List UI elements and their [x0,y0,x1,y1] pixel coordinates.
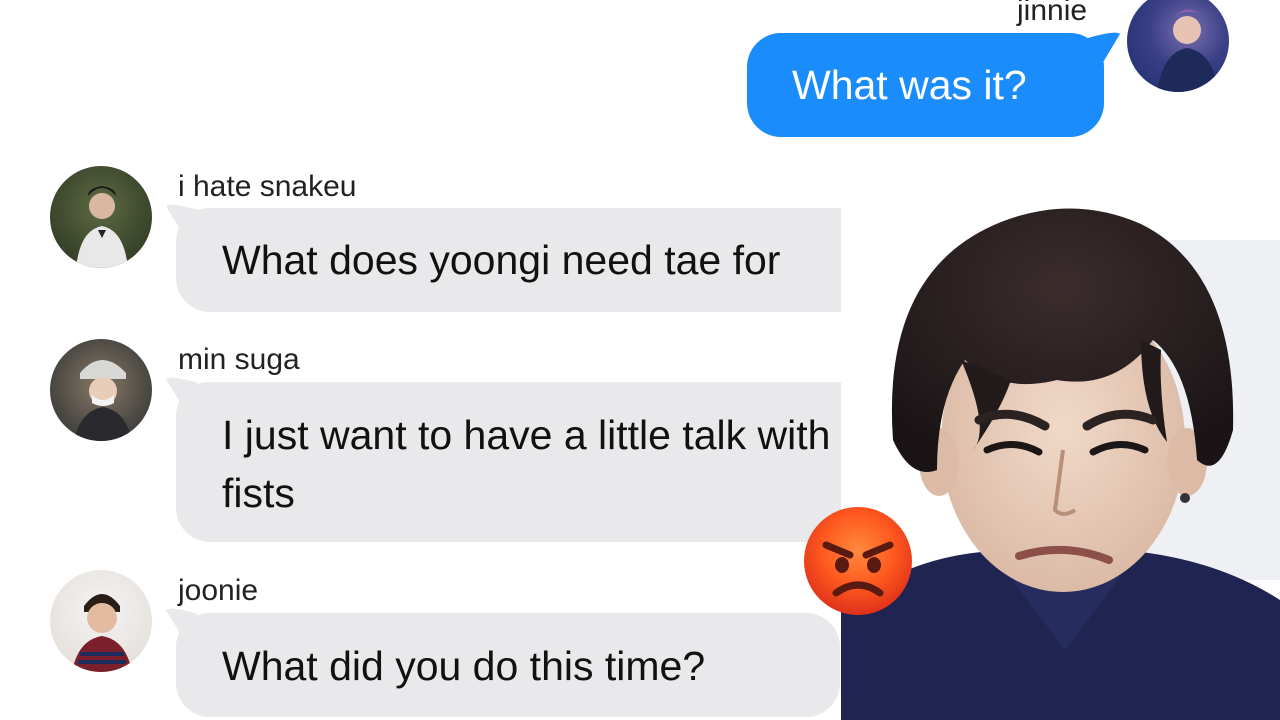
message-bubble-incoming[interactable]: What does yoongi need tae for [176,208,914,312]
sender-name-joonie: joonie [178,574,259,607]
message-text: What does yoongi need tae for [222,237,781,283]
person-silhouette-icon [1157,9,1219,92]
avatar-joonie[interactable] [50,570,152,672]
reaction-photo [841,180,1280,720]
sender-name-i-hate-snakeu: i hate snakeu [178,170,357,203]
frowning-person-icon [841,180,1280,720]
avatar-jinnie[interactable] [1127,0,1229,92]
message-bubble-incoming[interactable]: What did you do this time? [176,613,840,717]
angry-face-icon [804,507,912,615]
avatar-i-hate-snakeu[interactable] [50,166,152,268]
avatar-min-suga[interactable] [50,339,152,441]
sender-name-jinnie: jinnie [1017,0,1088,27]
message-bubble-outgoing[interactable]: What was it? [747,33,1104,137]
message-text: What was it? [792,62,1027,108]
message-text: What did you do this time? [222,643,706,689]
sender-name-min-suga: min suga [178,343,300,376]
person-silhouette-icon [72,594,132,672]
person-silhouette-icon [74,360,132,441]
person-silhouette-icon [76,186,128,268]
